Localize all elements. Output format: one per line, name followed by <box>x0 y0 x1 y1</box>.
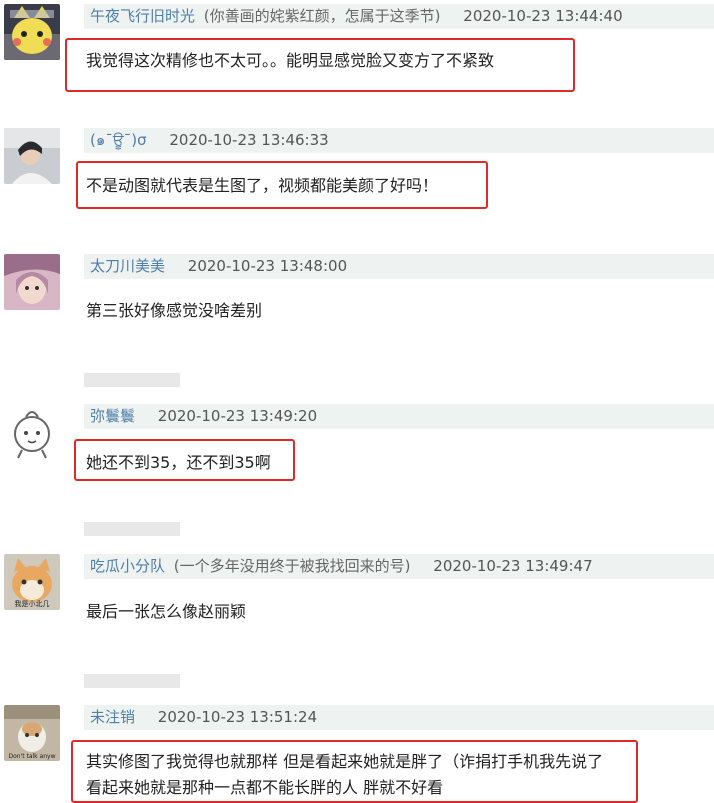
timestamp: 2020-10-23 13:49:47 <box>433 557 593 575</box>
comment-text-line: 其实修图了我觉得也就那样 但是看起来她就是胖了（诈捐打手机我先说了 <box>86 752 604 771</box>
comment-meta: 未注销 2020-10-23 13:51:24 <box>84 705 714 730</box>
avatar[interactable] <box>4 404 60 460</box>
comment-text: 最后一张怎么像赵丽颖 <box>86 602 247 621</box>
comment-text: 第三张好像感觉没啥差别 <box>86 301 263 320</box>
comment-text: 不是动图就代表是生图了，视频都能美颜了好吗！ <box>86 176 439 195</box>
comment-text-line: 看起来她就是那种一点都不能长胖的人 胖就不好看 <box>86 778 444 797</box>
avatar-caption: Don't talk anyw <box>8 753 55 760</box>
comment-meta: 午夜飞行旧时光 (你善画的姹紫红颜，怎属于这季节) 2020-10-23 13:… <box>84 4 714 29</box>
username-link[interactable]: 吃瓜小分队 <box>84 557 165 575</box>
avatar-caption: 我是小北几 <box>15 599 50 608</box>
username-link[interactable]: 太刀川美美 <box>84 257 165 275</box>
user-note: (一个多年没用终于被我找回来的号) <box>173 557 411 575</box>
blurred-reply <box>84 522 180 536</box>
comment-text: 我觉得这次精修也不太可。。能明显感觉脸又变方了不紧致 <box>86 51 495 70</box>
comment-meta: 太刀川美美 2020-10-23 13:48:00 <box>84 254 714 279</box>
timestamp: 2020-10-23 13:46:33 <box>169 131 329 149</box>
avatar[interactable]: 我是小北几 <box>4 554 60 610</box>
blurred-reply <box>84 674 180 688</box>
avatar[interactable] <box>4 4 60 60</box>
avatar[interactable] <box>4 128 60 184</box>
timestamp: 2020-10-23 13:51:24 <box>157 708 318 726</box>
username-link[interactable]: (๑¯ਊ¯)σ <box>84 131 147 149</box>
username-link[interactable]: 弥鬟鬟 <box>84 407 135 425</box>
comment-meta: 吃瓜小分队 (一个多年没用终于被我找回来的号) 2020-10-23 13:49… <box>84 554 714 579</box>
comment-text: 她还不到35，还不到35啊 <box>86 453 271 472</box>
comment-meta: (๑¯ਊ¯)σ 2020-10-23 13:46:33 <box>84 128 714 153</box>
avatar[interactable] <box>4 254 60 310</box>
comment-meta: 弥鬟鬟 2020-10-23 13:49:20 <box>84 404 714 429</box>
username-link[interactable]: 午夜飞行旧时光 <box>84 7 195 25</box>
username-link[interactable]: 未注销 <box>84 708 135 726</box>
user-note: (你善画的姹紫红颜，怎属于这季节) <box>203 7 441 25</box>
timestamp: 2020-10-23 13:44:40 <box>463 7 623 25</box>
avatar[interactable]: Don't talk anyw <box>4 705 60 761</box>
timestamp: 2020-10-23 13:49:20 <box>157 407 318 425</box>
timestamp: 2020-10-23 13:48:00 <box>187 257 348 275</box>
blurred-reply <box>84 373 180 387</box>
